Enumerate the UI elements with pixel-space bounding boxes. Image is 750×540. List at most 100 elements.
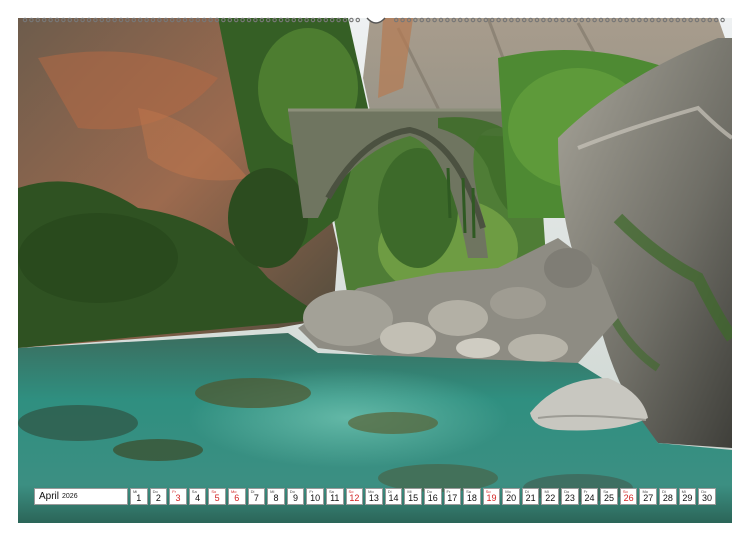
month-label: April 2026 [34,488,128,505]
binding-ring [425,17,431,23]
binding-ring [605,17,610,23]
binding-ring [118,17,124,23]
binding-ring [477,17,482,23]
binding-ring [573,17,578,23]
binding-ring [445,17,450,23]
binding-ring [566,17,572,23]
day-cell: So 12 [345,488,364,505]
binding-ring [29,17,34,23]
binding-ring [502,17,508,23]
year-label: 2026 [62,493,78,500]
day-cell: Mo 20 [502,488,520,505]
day-number: 17 [447,493,458,503]
day-cell: Mi 15 [404,488,422,505]
binding-ring [105,17,111,23]
binding-ring [406,17,412,23]
binding-ring [720,17,725,23]
day-number: 6 [234,493,240,503]
binding-ring [688,17,693,23]
binding-ring [253,17,258,23]
day-cell: Sa 18 [463,488,481,505]
binding-ring [617,17,623,23]
binding-ring [208,17,213,23]
binding-ring [694,17,700,23]
binding-ring [297,17,303,23]
binding-ring [73,17,79,23]
day-number: 1 [136,493,142,503]
binding-ring [182,17,188,23]
day-cell: Mi 8 [267,488,285,505]
binding-ring [48,17,53,23]
binding-ring [521,17,527,23]
binding-ring [637,17,642,23]
day-cell: Do 16 [423,488,442,505]
day-cell: Sa 11 [325,488,344,505]
binding-ring [317,17,322,23]
binding-ring [265,17,271,23]
binding-ring [560,17,565,23]
binding-ring [483,17,489,23]
binding-ring [336,17,341,23]
day-cell: Mo 27 [639,488,658,505]
binding-ring [541,17,546,23]
binding-ring [246,17,252,23]
binding-ring [125,17,130,23]
binding-ring [22,17,28,23]
binding-ring [195,17,201,23]
binding-ring [713,17,719,23]
day-cell: Sa 25 [600,488,618,505]
binding-ring [464,17,469,23]
binding-ring [189,17,194,23]
binding-ring [662,17,668,23]
binding-ring [201,17,207,23]
binding-ring [432,17,437,23]
binding-ring [649,17,655,23]
binding-ring [61,17,66,23]
day-cell: Di 21 [521,488,540,505]
day-number: 19 [486,493,497,503]
binding-ring [515,17,521,23]
day-number: 23 [564,493,575,503]
day-number: 20 [506,493,517,503]
day-number: 15 [408,493,419,503]
day-cell: Do 23 [561,488,579,505]
binding-ring [163,17,169,23]
day-cell: Fr 10 [306,488,324,505]
day-number: 9 [293,493,299,503]
day-number: 13 [368,493,379,503]
day-cell: Mo 13 [365,488,383,505]
day-number: 18 [466,493,477,503]
binding-ring [489,17,495,23]
calendar-photo [18,18,732,523]
binding-ring [329,17,335,23]
day-number: 5 [214,493,220,503]
binding-ring [451,17,457,23]
binding-ring [419,17,425,23]
binding-ring [272,17,277,23]
binding-ring [259,17,265,23]
binding-ring [137,17,143,23]
day-number: 22 [545,493,556,503]
binding-ring [669,17,674,23]
day-number: 27 [643,493,654,503]
day-cell: Fr 3 [169,488,187,505]
binding-ring [630,17,636,23]
binding-ring [157,17,162,23]
binding-ring [285,17,290,23]
binding-ring [400,17,405,23]
binding-ring [150,17,156,23]
binding-ring [323,17,329,23]
day-cell: So 5 [208,488,226,505]
binding-ring [80,17,85,23]
day-cell: So 19 [482,488,501,505]
binding-ring [240,17,245,23]
day-number: 4 [195,493,201,503]
binding-ring [585,17,591,23]
binding-ring [93,17,98,23]
binding-ring [470,17,476,23]
binding-ring [112,17,117,23]
binding-ring [227,17,233,23]
binding-ring [144,17,149,23]
binding-ring [214,17,220,23]
binding-ring [707,17,713,23]
